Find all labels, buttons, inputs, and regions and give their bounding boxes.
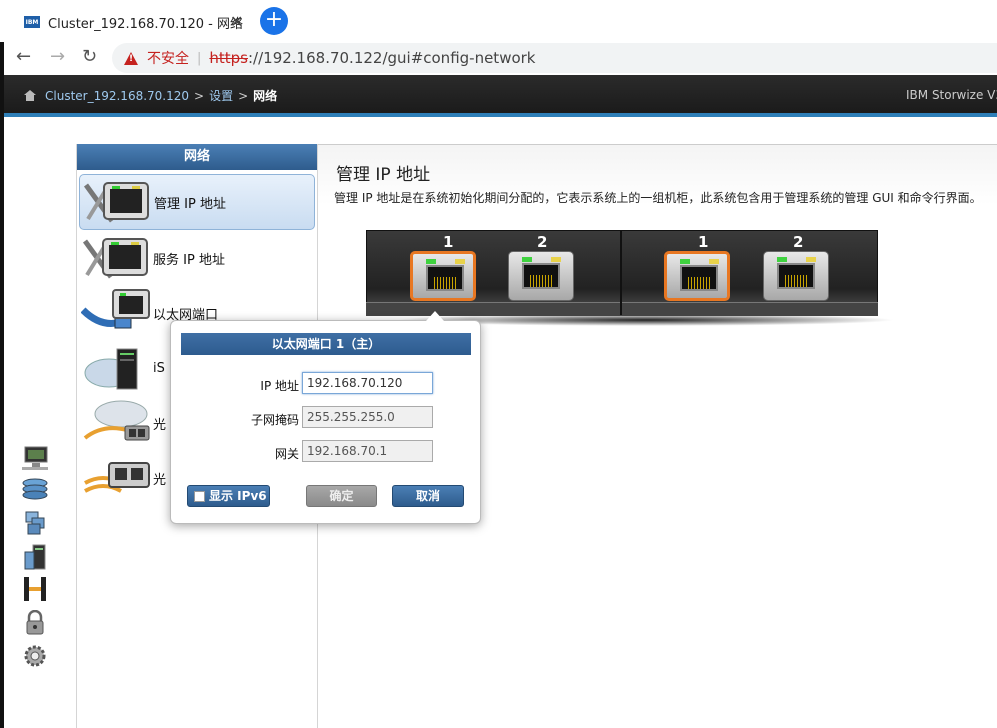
breadcrumb: Cluster_192.168.70.120 > 设置 > 网络 <box>24 87 277 104</box>
app-header: Cluster_192.168.70.120 > 设置 > 网络 IBM Sto… <box>4 75 997 115</box>
reload-icon[interactable]: ↻ <box>82 46 97 67</box>
nav-item-label: 光 <box>153 417 167 433</box>
ethernet-port-node1-1[interactable] <box>410 251 476 301</box>
page-title: 管理 IP 地址 <box>336 165 431 185</box>
insecure-label[interactable]: 不安全 <box>147 48 189 68</box>
hosts-icon[interactable] <box>20 544 50 570</box>
show-ipv6-toggle[interactable]: 显示 IPv6 <box>187 485 270 507</box>
close-tab-icon[interactable]: ✕ <box>230 12 243 31</box>
url-field[interactable]: 不安全 | https ://192.168.70.122/gui#config… <box>112 43 997 73</box>
warning-icon <box>124 51 138 65</box>
ethernet-port-node2-2[interactable] <box>763 251 829 301</box>
nav-item-label: iS <box>153 360 165 376</box>
window-edge <box>0 42 4 728</box>
cancel-button[interactable]: 取消 <box>392 485 464 507</box>
crumb-cluster[interactable]: Cluster_192.168.70.120 <box>45 89 189 103</box>
ethernet-port-node1-2[interactable] <box>508 251 574 301</box>
nav-item-label: 光 <box>153 472 167 488</box>
node-divider <box>620 230 622 315</box>
iscsi-server-cloud-icon <box>84 348 138 390</box>
port-number: 1 <box>698 233 709 251</box>
crumb-separator: > <box>238 88 249 103</box>
function-icon-rail <box>14 440 60 680</box>
nav-panel-title: 网络 <box>77 144 317 170</box>
port-settings-popup: 以太网端口 1（主） IP 地址 子网掩码 网关 显示 IPv6 确定 取消 <box>170 311 481 524</box>
address-bar-row: ← → ↻ 不安全 | https ://192.168.70.122/gui#… <box>0 42 997 75</box>
fibre-channel-cloud-icon <box>83 400 150 441</box>
ip-address-label: IP 地址 <box>260 379 299 393</box>
header-accent-line <box>4 113 997 117</box>
browser-tab[interactable]: IBM Cluster_192.168.70.120 - 网络 ✕ <box>14 8 254 36</box>
ethernet-cable-icon <box>81 289 150 329</box>
access-lock-icon[interactable] <box>20 610 50 636</box>
port-number: 2 <box>793 233 804 251</box>
ethernet-port-node2-1[interactable] <box>664 251 730 301</box>
crumb-settings[interactable]: 设置 <box>209 87 233 104</box>
tab-title: Cluster_192.168.70.120 - 网络 <box>48 16 243 32</box>
home-icon[interactable] <box>24 90 37 101</box>
settings-gear-icon[interactable] <box>20 643 50 669</box>
monitor-icon[interactable] <box>20 445 50 471</box>
network-port-tools-icon <box>82 237 148 279</box>
ibm-favicon-icon: IBM <box>24 16 40 28</box>
nav-item-label: 服务 IP 地址 <box>153 252 225 268</box>
port-number: 1 <box>443 233 454 251</box>
subnet-mask-label: 子网掩码 <box>250 413 299 427</box>
ip-address-input[interactable] <box>302 372 433 394</box>
crumb-network: 网络 <box>253 89 278 103</box>
forward-arrow-icon[interactable]: → <box>50 46 65 67</box>
volumes-icon[interactable] <box>20 510 50 536</box>
url-text: ://192.168.70.122/gui#config-network <box>248 49 536 67</box>
fibre-channel-ports-icon <box>84 462 150 493</box>
browser-tabstrip: IBM Cluster_192.168.70.120 - 网络 ✕ + <box>0 0 997 42</box>
page-description: 管理 IP 地址是在系统初始化期间分配的，它表示系统上的一组机柜，此系统包含用于… <box>334 191 982 205</box>
subnet-mask-input[interactable] <box>302 406 433 428</box>
pools-icon[interactable] <box>20 476 50 502</box>
back-arrow-icon[interactable]: ← <box>16 46 31 67</box>
url-scheme: https <box>209 49 248 67</box>
product-name: IBM Storwize V37 <box>906 88 997 102</box>
ok-button[interactable]: 确定 <box>306 485 377 507</box>
popup-pointer <box>426 311 444 321</box>
port-number: 2 <box>537 233 548 251</box>
gateway-label: 网关 <box>274 447 299 461</box>
ipv6-checkbox[interactable] <box>194 490 205 502</box>
url-separator: | <box>197 50 202 66</box>
new-tab-button[interactable]: + <box>260 7 288 35</box>
copy-services-icon[interactable] <box>20 576 50 602</box>
network-port-tools-icon <box>83 181 149 223</box>
nav-item-label: 管理 IP 地址 <box>154 196 226 212</box>
nav-item-service-ip[interactable]: 服务 IP 地址 <box>79 230 315 286</box>
crumb-separator: > <box>194 88 205 103</box>
gateway-input[interactable] <box>302 440 433 462</box>
popup-title: 以太网端口 1（主） <box>181 333 471 355</box>
nav-item-management-ip[interactable]: 管理 IP 地址 <box>79 174 315 230</box>
show-ipv6-label: 显示 IPv6 <box>209 489 267 503</box>
